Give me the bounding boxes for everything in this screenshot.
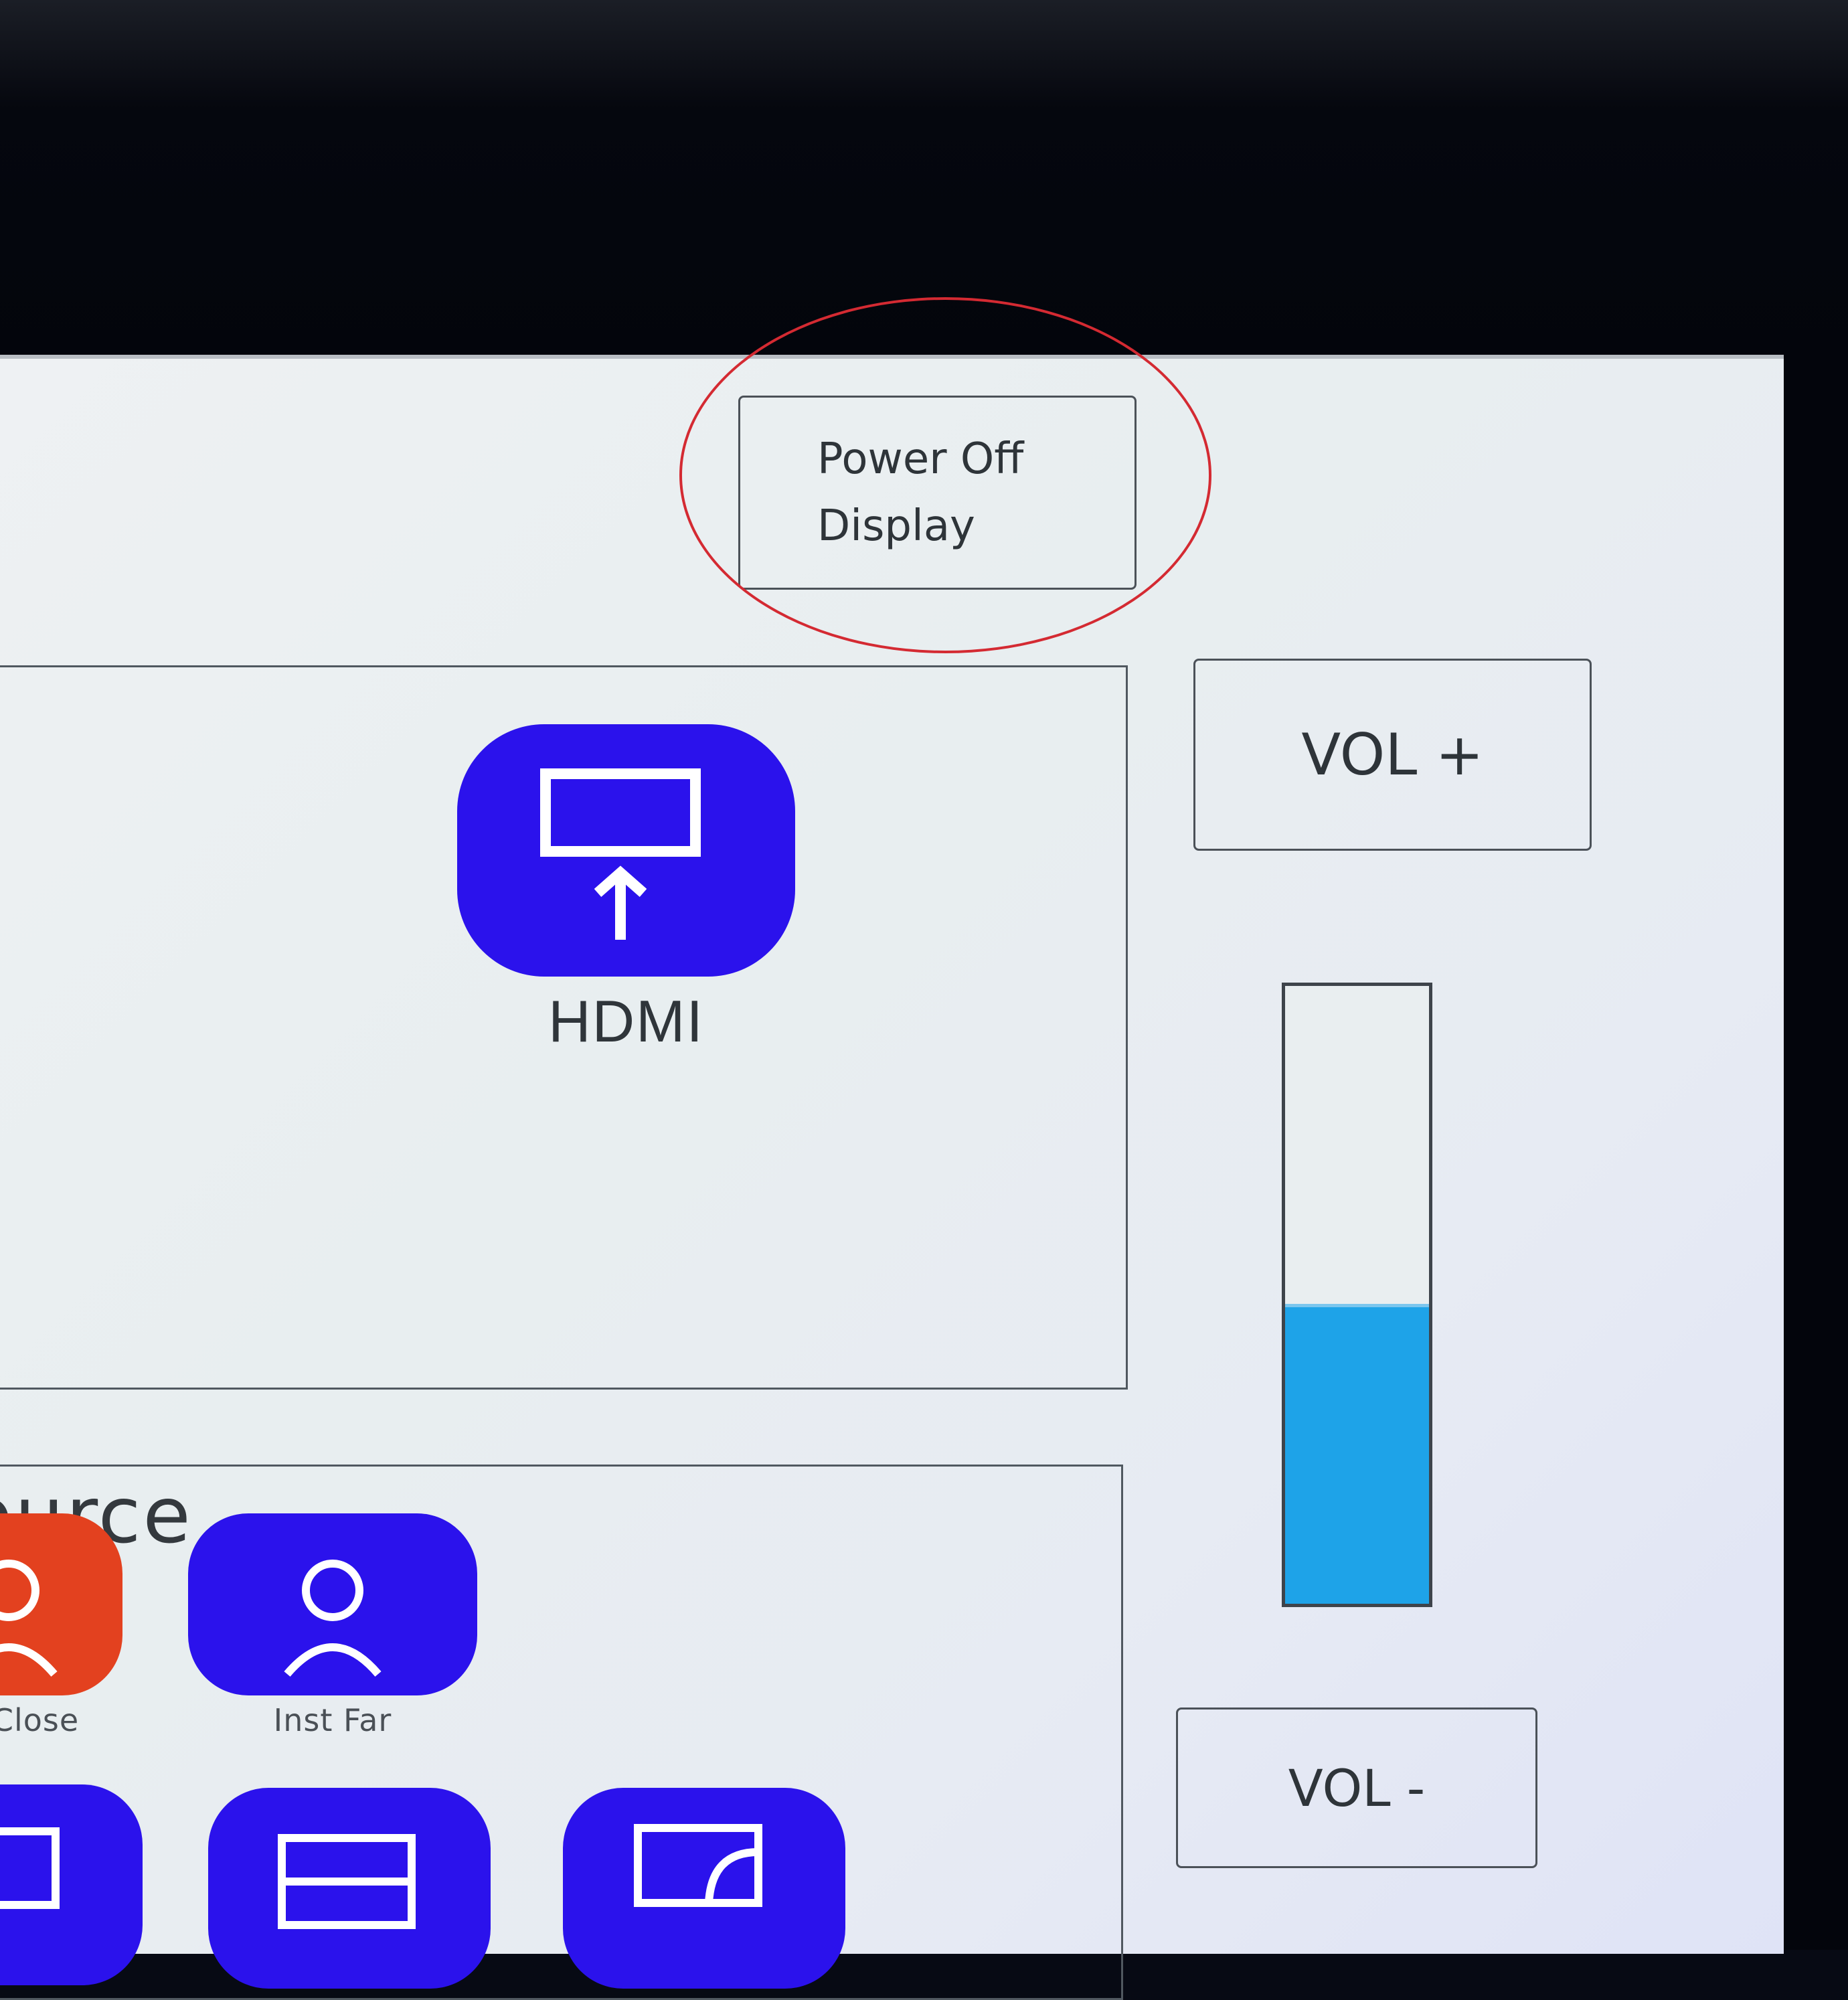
volume-up-button[interactable]: VOL +	[1193, 659, 1592, 851]
layout-single-icon	[0, 1827, 60, 1909]
monitor-bezel-right	[1780, 355, 1848, 1950]
camera-preset-close-label: Close	[0, 1702, 80, 1738]
touch-panel-screen: Power Off Display VOL + VOL - HDMI ource…	[0, 297, 1784, 2000]
power-button-line1: Power Off	[817, 434, 1024, 484]
layout-pip-icon	[634, 1824, 762, 1907]
hdmi-source-button[interactable]	[457, 724, 795, 977]
hdmi-source-label: HDMI	[548, 988, 704, 1054]
monitor-bezel-top	[0, 0, 1848, 361]
camera-preset-panel: Close Inst Far	[0, 1465, 1123, 2000]
layout-pip-button[interactable]	[563, 1788, 845, 1989]
layout-split-icon	[278, 1834, 416, 1929]
source-select-panel: HDMI ource	[0, 665, 1128, 1561]
camera-preset-close-button[interactable]	[0, 1513, 122, 1695]
power-button-line2: Display	[817, 501, 975, 551]
person-icon	[0, 1560, 58, 1677]
camera-preset-inst-far-label: Inst Far	[273, 1702, 392, 1738]
person-icon	[284, 1560, 382, 1677]
volume-down-button[interactable]: VOL -	[1176, 1707, 1537, 1868]
display-input-icon	[540, 768, 701, 940]
power-off-display-button[interactable]: Power Off Display	[738, 396, 1137, 590]
camera-preset-inst-far-button[interactable]	[188, 1513, 477, 1695]
volume-level-meter	[1282, 983, 1432, 1607]
layout-single-button[interactable]	[0, 1784, 143, 1985]
layout-split-button[interactable]	[208, 1788, 491, 1989]
volume-level-fill	[1285, 1303, 1429, 1604]
